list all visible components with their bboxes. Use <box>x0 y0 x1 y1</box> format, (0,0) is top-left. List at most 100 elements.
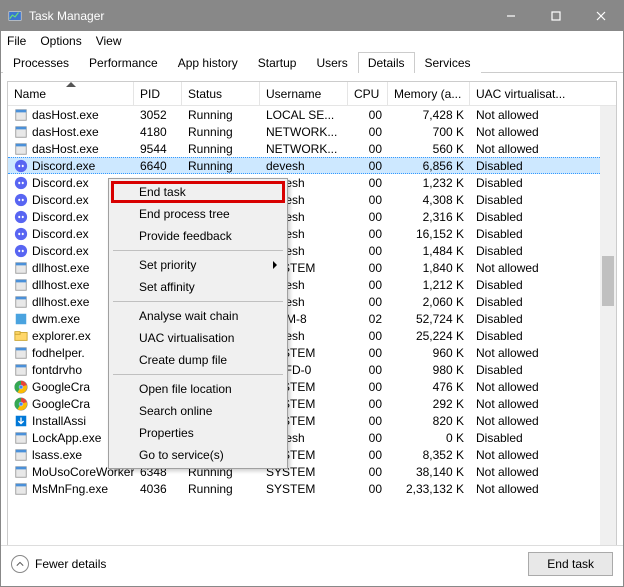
process-name: MsMnFng.exe <box>32 482 108 496</box>
table-row[interactable]: MsMnFng.exe4036RunningSYSTEM002,33,132 K… <box>8 480 616 497</box>
col-cpu[interactable]: CPU <box>348 82 388 105</box>
cell-memory: 8,352 K <box>388 448 470 462</box>
table-row[interactable]: Discord.exe6640Runningdevesh006,856 KDis… <box>8 157 616 174</box>
ctx-open-file-location[interactable]: Open file location <box>111 378 285 400</box>
table-row[interactable]: lsass.exe732RunningSYSTEM008,352 KNot al… <box>8 446 616 463</box>
table-row[interactable]: dllhost.exedevesh001,212 KDisabled <box>8 276 616 293</box>
table-row[interactable]: fontdrvhoUMFD-000980 KDisabled <box>8 361 616 378</box>
cell-name: dasHost.exe <box>8 142 134 156</box>
window-title: Task Manager <box>29 9 104 23</box>
cell-cpu: 00 <box>348 108 388 122</box>
ctx-analyse-wait-chain[interactable]: Analyse wait chain <box>111 305 285 327</box>
table-row[interactable]: GoogleCraSYSTEM00476 KNot allowed <box>8 378 616 395</box>
vertical-scrollbar[interactable] <box>600 106 616 552</box>
cell-cpu: 00 <box>348 193 388 207</box>
col-username[interactable]: Username <box>260 82 348 105</box>
cell-uac: Disabled <box>470 244 576 258</box>
cell-pid: 6640 <box>134 159 182 173</box>
fewer-details-button[interactable]: Fewer details <box>11 555 106 573</box>
maximize-button[interactable] <box>533 1 578 31</box>
tab-users[interactable]: Users <box>306 52 357 73</box>
cell-memory: 1,232 K <box>388 176 470 190</box>
table-row[interactable]: dasHost.exe4180RunningNETWORK...00700 KN… <box>8 123 616 140</box>
ctx-separator <box>113 301 283 302</box>
cell-cpu: 00 <box>348 176 388 190</box>
ctx-provide-feedback[interactable]: Provide feedback <box>111 225 285 247</box>
tab-services[interactable]: Services <box>415 52 481 73</box>
process-name: Discord.ex <box>32 193 89 207</box>
table-row[interactable]: GoogleCraSYSTEM00292 KNot allowed <box>8 395 616 412</box>
tab-performance[interactable]: Performance <box>79 52 168 73</box>
process-icon <box>14 159 28 173</box>
cell-uac: Disabled <box>470 159 576 173</box>
process-name: lsass.exe <box>32 448 82 462</box>
cell-uac: Not allowed <box>470 448 576 462</box>
table-row[interactable]: LockApp.exe7044Suspendeddevesh000 KDisab… <box>8 429 616 446</box>
col-uac[interactable]: UAC virtualisat... <box>470 82 576 105</box>
table-row[interactable]: dwm.exeDWM-80252,724 KDisabled <box>8 310 616 327</box>
ctx-end-task[interactable]: End task <box>111 181 285 203</box>
col-pid[interactable]: PID <box>134 82 182 105</box>
ctx-separator <box>113 250 283 251</box>
menu-options[interactable]: Options <box>40 34 81 48</box>
table-row[interactable]: explorer.exdevesh0025,224 KDisabled <box>8 327 616 344</box>
ctx-create-dump-file[interactable]: Create dump file <box>111 349 285 371</box>
cell-cpu: 00 <box>348 482 388 496</box>
process-icon <box>14 261 28 275</box>
table-row[interactable]: fodhelper.SYSTEM00960 KNot allowed <box>8 344 616 361</box>
ctx-go-to-services[interactable]: Go to service(s) <box>111 444 285 466</box>
ctx-end-process-tree[interactable]: End process tree <box>111 203 285 225</box>
close-button[interactable] <box>578 1 623 31</box>
tab-bar: Processes Performance App history Startu… <box>1 51 623 73</box>
table-row[interactable]: dllhost.exeSYSTEM001,840 KNot allowed <box>8 259 616 276</box>
window-controls <box>488 1 623 31</box>
table-row[interactable]: dasHost.exe3052RunningLOCAL SE...007,428… <box>8 106 616 123</box>
menu-file[interactable]: File <box>7 34 26 48</box>
table-row[interactable]: Discord.exdevesh004,308 KDisabled <box>8 191 616 208</box>
cell-uac: Disabled <box>470 278 576 292</box>
table-row[interactable]: InstallAssiSYSTEM00820 KNot allowed <box>8 412 616 429</box>
cell-memory: 38,140 K <box>388 465 470 479</box>
process-icon <box>14 448 28 462</box>
title-bar: Task Manager <box>1 1 623 31</box>
menu-view[interactable]: View <box>96 34 122 48</box>
process-icon <box>14 108 28 122</box>
cell-uac: Not allowed <box>470 414 576 428</box>
cell-memory: 700 K <box>388 125 470 139</box>
tab-processes[interactable]: Processes <box>3 52 79 73</box>
end-task-button[interactable]: End task <box>528 552 613 576</box>
cell-uac: Not allowed <box>470 108 576 122</box>
table-row[interactable]: dllhost.exedevesh002,060 KDisabled <box>8 293 616 310</box>
tab-startup[interactable]: Startup <box>248 52 307 73</box>
process-icon <box>14 210 28 224</box>
table-row[interactable]: Discord.exdevesh001,484 KDisabled <box>8 242 616 259</box>
table-row[interactable]: Discord.exdevesh002,316 KDisabled <box>8 208 616 225</box>
table-row[interactable]: Discord.exdevesh0016,152 KDisabled <box>8 225 616 242</box>
ctx-search-online[interactable]: Search online <box>111 400 285 422</box>
col-status[interactable]: Status <box>182 82 260 105</box>
ctx-set-priority[interactable]: Set priority <box>111 254 285 276</box>
ctx-set-affinity[interactable]: Set affinity <box>111 276 285 298</box>
table-row[interactable]: Discord.exdevesh001,232 KDisabled <box>8 174 616 191</box>
cell-name: MsMnFng.exe <box>8 482 134 496</box>
cell-status: Running <box>182 159 260 173</box>
minimize-button[interactable] <box>488 1 533 31</box>
table-row[interactable]: dasHost.exe9544RunningNETWORK...00560 KN… <box>8 140 616 157</box>
cell-uac: Disabled <box>470 210 576 224</box>
ctx-uac-virtualisation[interactable]: UAC virtualisation <box>111 327 285 349</box>
scrollbar-thumb[interactable] <box>602 256 614 306</box>
col-name[interactable]: Name <box>8 82 134 105</box>
process-icon <box>14 431 28 445</box>
tab-details[interactable]: Details <box>358 52 415 73</box>
fewer-details-label: Fewer details <box>35 557 106 571</box>
process-name: fodhelper. <box>32 346 85 360</box>
cell-cpu: 00 <box>348 448 388 462</box>
process-name: GoogleCra <box>32 380 90 394</box>
cell-memory: 1,484 K <box>388 244 470 258</box>
tab-app-history[interactable]: App history <box>168 52 248 73</box>
cell-memory: 0 K <box>388 431 470 445</box>
col-memory[interactable]: Memory (a... <box>388 82 470 105</box>
cell-cpu: 00 <box>348 397 388 411</box>
table-row[interactable]: MoUsoCoreWorker.e...6348RunningSYSTEM003… <box>8 463 616 480</box>
ctx-properties[interactable]: Properties <box>111 422 285 444</box>
